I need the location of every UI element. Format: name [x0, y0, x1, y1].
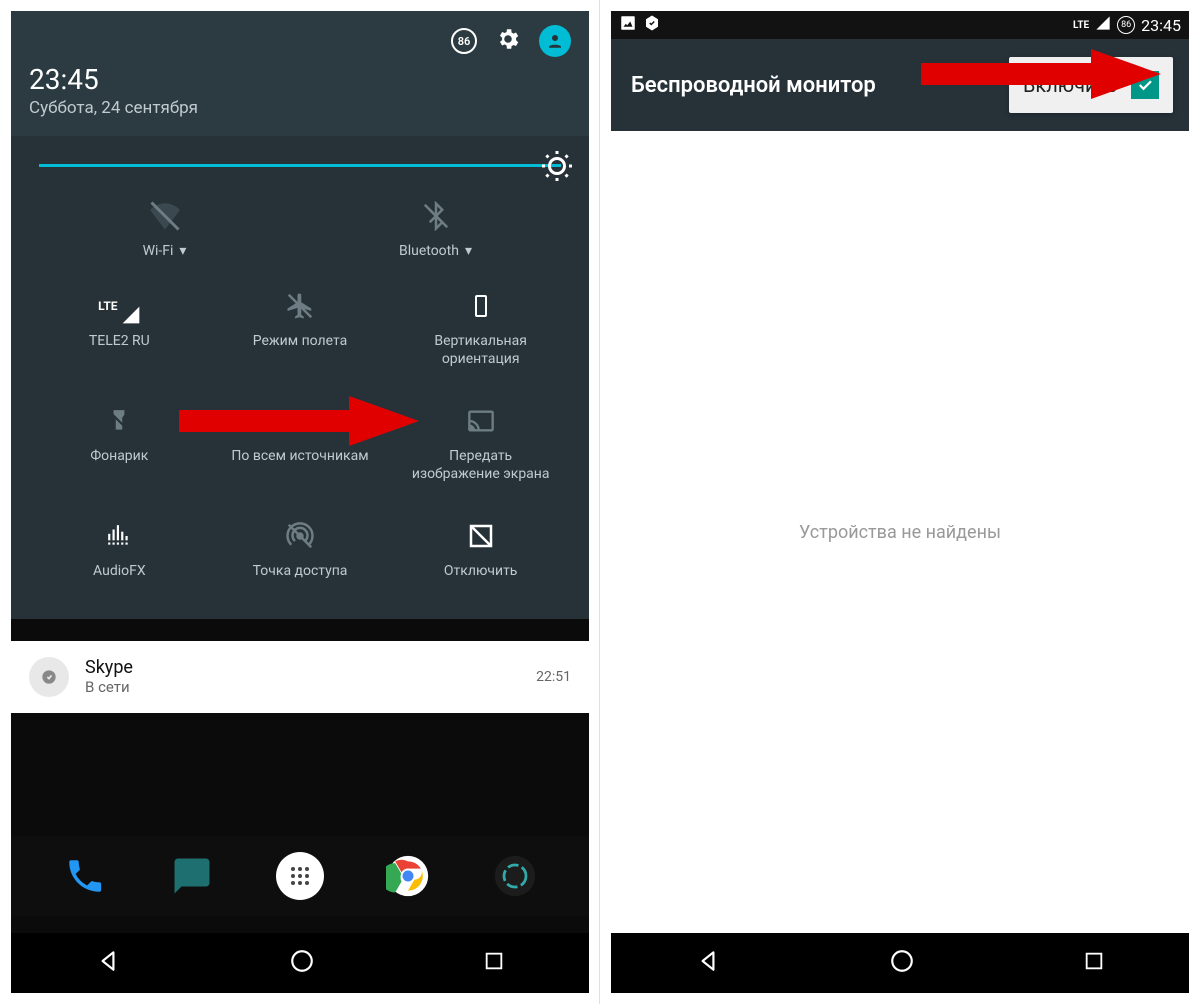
- bluetooth-off-icon: [421, 197, 451, 235]
- screen-title: Беспроводной монитор: [631, 73, 876, 98]
- tile-bluetooth-label: Bluetooth: [399, 243, 459, 259]
- nav-back-icon[interactable]: [95, 948, 121, 978]
- tile-wifi[interactable]: Wi-Fi ▾: [29, 189, 300, 279]
- hotspot-off-icon: [284, 517, 316, 555]
- nav-recent-icon[interactable]: [1083, 950, 1105, 976]
- chrome-app-icon[interactable]: [384, 852, 432, 900]
- brightness-slider[interactable]: [29, 164, 571, 167]
- flashlight-off-icon: [106, 402, 132, 440]
- tile-cast-label-1: Передать: [449, 448, 512, 466]
- nav-home-icon[interactable]: [289, 948, 315, 978]
- camera-app-icon[interactable]: [491, 852, 539, 900]
- phone-app-icon[interactable]: [61, 852, 109, 900]
- right-phone-screen: LTE 86 23:45 Беспроводной монитор Включи…: [611, 11, 1189, 993]
- caret-down-icon: ▾: [465, 243, 472, 260]
- empty-state: Устройства не найдены: [611, 131, 1189, 933]
- left-phone-frame: 86 23:45 Суббота, 24 сентября: [0, 0, 600, 1004]
- navigation-bar-right: [611, 933, 1189, 993]
- wifi-off-icon: [147, 197, 183, 235]
- red-arrow-annotation: [921, 45, 1171, 107]
- tile-wifi-label: Wi-Fi: [143, 243, 174, 259]
- red-arrow-annotation: [179, 392, 429, 444]
- notification-title: Skype: [85, 657, 520, 678]
- right-phone-frame: LTE 86 23:45 Беспроводной монитор Включи…: [600, 0, 1200, 1004]
- image-status-icon: [619, 14, 637, 36]
- action-bar: Беспроводной монитор Включить: [611, 39, 1189, 131]
- cellular-band-label: LTE: [98, 299, 117, 313]
- qs-header-icons: 86: [29, 25, 571, 57]
- tile-location-label: По всем источникам: [231, 448, 368, 466]
- tile-sync-label: Отключить: [444, 563, 518, 581]
- status-time: 23:45: [1141, 16, 1181, 35]
- tile-hotspot[interactable]: Точка доступа: [210, 509, 391, 599]
- notification-subtitle: В сети: [85, 678, 520, 696]
- qs-row-1: Wi-Fi ▾ Bluetooth ▾: [29, 189, 571, 279]
- nav-back-icon[interactable]: [695, 948, 721, 978]
- cast-screen-icon: [464, 402, 498, 440]
- status-bar: LTE 86 23:45: [611, 11, 1189, 39]
- portrait-lock-icon: [469, 287, 493, 325]
- signal-icon: [1095, 15, 1111, 35]
- messages-app-icon[interactable]: [168, 852, 216, 900]
- lte-indicator: LTE: [1073, 20, 1089, 31]
- cellular-signal-icon: LTE: [98, 287, 140, 325]
- brightness-auto-icon[interactable]: [539, 148, 575, 188]
- battery-badge-icon[interactable]: 86: [451, 28, 477, 54]
- qs-row-2: LTE TELE2 RU Режим полета Вертикальная: [29, 279, 571, 386]
- tile-airplane[interactable]: Режим полета: [210, 279, 391, 386]
- sync-off-icon: [466, 517, 496, 555]
- tile-rotation-label-1: Вертикальная: [434, 333, 527, 351]
- tile-rotation[interactable]: Вертикальная ориентация: [390, 279, 571, 386]
- tile-rotation-label-2: ориентация: [442, 351, 520, 368]
- tile-flashlight-label: Фонарик: [90, 448, 148, 466]
- airplane-off-icon: [285, 287, 315, 325]
- profile-avatar-icon[interactable]: [539, 25, 571, 57]
- tile-hotspot-label: Точка доступа: [253, 563, 348, 581]
- battery-badge-small-icon: 86: [1117, 16, 1135, 34]
- tile-cellular-label: TELE2 RU: [89, 333, 150, 351]
- equalizer-icon: [104, 517, 134, 555]
- caret-down-icon: ▾: [179, 243, 186, 260]
- empty-state-text: Устройства не найдены: [799, 522, 1001, 543]
- skype-status-icon: [643, 14, 661, 36]
- tile-audiofx[interactable]: AudioFX: [29, 509, 210, 599]
- qs-row-3: Фонарик По всем источникам Передать изоб…: [29, 394, 571, 501]
- tile-cast-label-2: изображение экрана: [412, 466, 550, 483]
- app-drawer-icon[interactable]: [276, 852, 324, 900]
- skype-notification-icon: [29, 657, 69, 697]
- tile-cellular[interactable]: LTE TELE2 RU: [29, 279, 210, 386]
- notification-card[interactable]: Skype В сети 22:51: [11, 641, 589, 713]
- nav-home-icon[interactable]: [889, 948, 915, 978]
- tile-audiofx-label: AudioFX: [93, 563, 146, 581]
- gap: [11, 619, 589, 633]
- tile-airplane-label: Режим полета: [253, 333, 347, 351]
- notification-text: Skype В сети: [85, 657, 520, 696]
- nav-recent-icon[interactable]: [483, 950, 505, 976]
- settings-gear-icon[interactable]: [495, 26, 521, 56]
- notification-time: 22:51: [536, 669, 571, 685]
- navigation-bar-left: [11, 933, 589, 993]
- quick-settings-panel: Wi-Fi ▾ Bluetooth ▾ LTE TELE2 RU: [11, 136, 589, 619]
- clock-time: 23:45: [29, 63, 571, 96]
- home-dock: [11, 836, 589, 916]
- quick-settings-header: 86 23:45 Суббота, 24 сентября: [11, 11, 589, 136]
- tile-bluetooth[interactable]: Bluetooth ▾: [300, 189, 571, 279]
- tile-sync[interactable]: Отключить: [390, 509, 571, 599]
- qs-row-4: AudioFX Точка доступа Отключить: [29, 509, 571, 599]
- clock-date: Суббота, 24 сентября: [29, 98, 571, 118]
- left-phone-screen: 86 23:45 Суббота, 24 сентября: [11, 11, 589, 993]
